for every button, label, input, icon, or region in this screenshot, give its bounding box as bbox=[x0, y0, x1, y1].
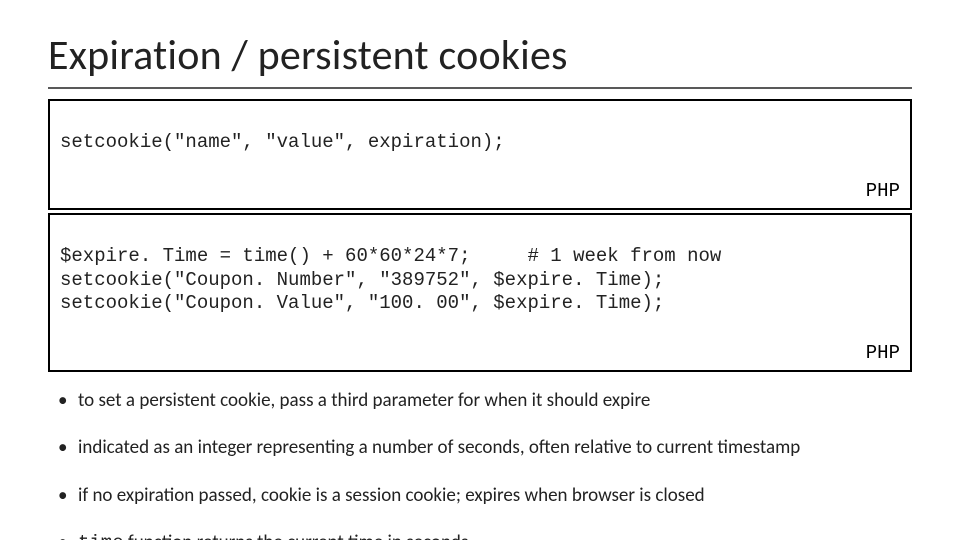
bullet-item: to set a persistent cookie, pass a third… bbox=[52, 388, 912, 414]
bullet-text: if no expiration passed, cookie is a ses… bbox=[78, 484, 705, 507]
bullet-text: function returns the current time in sec… bbox=[124, 531, 469, 540]
slide: Expiration / persistent cookies setcooki… bbox=[0, 0, 960, 540]
title-underline: Expiration / persistent cookies bbox=[48, 30, 912, 89]
code-line: setcookie("name", "value", expiration); bbox=[60, 131, 505, 153]
code-block-syntax: setcookie("name", "value", expiration); … bbox=[48, 99, 912, 210]
bullet-text: to set a persistent cookie, pass a third… bbox=[78, 389, 650, 412]
time-function-link[interactable]: time bbox=[78, 532, 124, 540]
code-lang-label: PHP bbox=[866, 180, 900, 204]
bullet-list: to set a persistent cookie, pass a third… bbox=[48, 388, 912, 540]
code-line: setcookie("Coupon. Value", "100. 00", $e… bbox=[60, 292, 664, 314]
bullet-item: if no expiration passed, cookie is a ses… bbox=[52, 483, 912, 509]
code-line: $expire. Time = time() + 60*60*24*7; # 1… bbox=[60, 245, 721, 267]
bullet-text: indicated as an integer representing a n… bbox=[78, 436, 800, 459]
code-line: setcookie("Coupon. Number", "389752", $e… bbox=[60, 269, 664, 291]
bullet-item: indicated as an integer representing a n… bbox=[52, 435, 912, 461]
code-lang-label: PHP bbox=[866, 342, 900, 366]
bullet-item: time function returns the current time i… bbox=[52, 530, 912, 540]
slide-title: Expiration / persistent cookies bbox=[48, 30, 912, 81]
code-block-example: $expire. Time = time() + 60*60*24*7; # 1… bbox=[48, 213, 912, 372]
